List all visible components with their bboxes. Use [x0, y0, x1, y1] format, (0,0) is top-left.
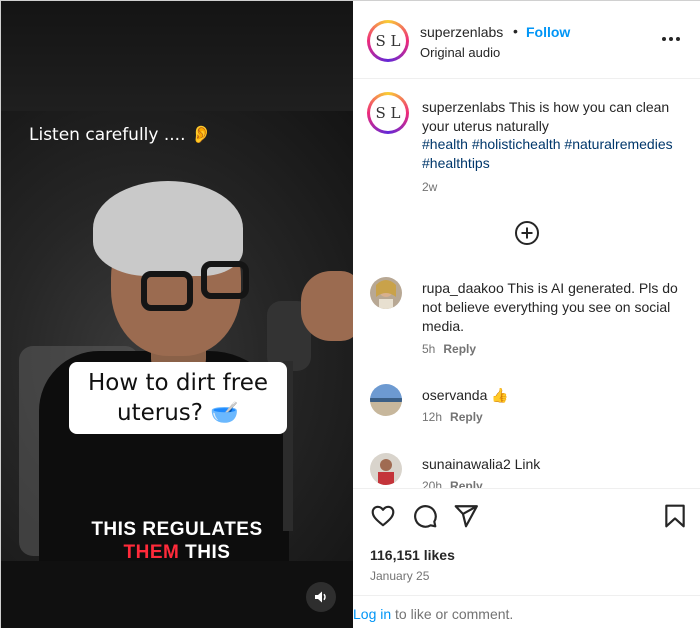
comment-meta: 5h Reply [422, 342, 476, 356]
question-line-1: How to dirt free [87, 370, 268, 396]
video-subtitle-line-2: THEM THIS [1, 542, 353, 564]
send-icon[interactable] [453, 503, 479, 529]
video-background [1, 1, 353, 111]
caption-username[interactable]: superzenlabs [422, 99, 505, 115]
username-link[interactable]: superzenlabs [420, 24, 503, 40]
bookmark-icon[interactable] [662, 503, 688, 529]
comment-text: oservanda 👍 [422, 386, 692, 405]
post-actions: 116,151 likes January 25 Log in to like … [353, 488, 700, 628]
likes-count[interactable]: 116,151 likes [370, 547, 455, 563]
comment-body: 👍 [487, 387, 509, 403]
caption-text: superzenlabs This is how you can clean y… [422, 98, 692, 136]
avatar-logo: S L [370, 95, 406, 131]
follow-button[interactable]: Follow [526, 24, 570, 40]
comment-text: rupa_daakoo This is AI generated. Pls do… [422, 279, 692, 336]
video-caption-top: Listen carefully .... 👂 [29, 125, 213, 145]
comments-list[interactable]: S L superzenlabs This is how you can cle… [353, 80, 700, 488]
speaker-hand [301, 271, 353, 341]
video-question-caption: How to dirt free uterus? 🥣 [69, 362, 287, 434]
avatar[interactable] [370, 277, 402, 309]
login-bar: Log in to like or comment. [353, 595, 700, 628]
comment-username[interactable]: sunainawalia2 [422, 456, 511, 472]
separator-dot: • [513, 23, 518, 39]
comment-meta: 20h Reply [422, 479, 483, 488]
avatar[interactable] [370, 384, 402, 416]
comment-username[interactable]: oservanda [422, 387, 487, 403]
video-background [1, 561, 353, 628]
subtitle-highlight: THEM [123, 542, 180, 563]
comment-username[interactable]: rupa_daakoo [422, 280, 504, 296]
comment-body: Link [510, 456, 541, 472]
more-options-icon[interactable] [659, 27, 683, 51]
avatar[interactable] [370, 453, 402, 485]
speaker-icon[interactable] [306, 582, 336, 612]
post-header: S L superzenlabs • Follow Original audio [353, 1, 700, 79]
comment-meta: 12h Reply [422, 410, 483, 424]
glasses-lens [201, 261, 249, 299]
video-subtitle-line-1: THIS REGULATES [91, 519, 263, 540]
caption-timestamp: 2w [422, 180, 438, 194]
subtitle-rest: THIS [179, 542, 231, 563]
comment-time: 20h [422, 479, 443, 488]
question-line-2: uterus? 🥣 [117, 400, 239, 426]
heart-icon[interactable] [370, 503, 396, 529]
video-player[interactable]: Listen carefully .... 👂 How to dirt free… [1, 1, 353, 628]
audio-link[interactable]: Original audio [420, 45, 500, 60]
comment-time: 5h [422, 342, 436, 356]
login-prompt: Log in to like or comment. [353, 606, 513, 622]
login-link[interactable]: Log in [353, 606, 391, 622]
post-dialog: Listen carefully .... 👂 How to dirt free… [0, 0, 700, 628]
avatar[interactable]: S L [367, 92, 409, 134]
avatar[interactable]: S L [367, 20, 409, 62]
reply-button[interactable]: Reply [450, 479, 483, 488]
reply-button[interactable]: Reply [443, 342, 476, 356]
glasses-lens [141, 271, 193, 311]
reply-button[interactable]: Reply [450, 410, 483, 424]
plus-circle-icon[interactable] [514, 220, 540, 246]
comment-text: sunainawalia2 Link [422, 455, 692, 474]
comment-time: 12h [422, 410, 443, 424]
post-side-panel: S L superzenlabs • Follow Original audio… [353, 1, 700, 628]
post-date: January 25 [370, 569, 430, 583]
caption-hashtags[interactable]: #health #holistichealth #naturalremedies… [422, 135, 692, 173]
comment-icon[interactable] [412, 503, 438, 529]
login-rest: to like or comment. [391, 606, 514, 622]
avatar-logo: S L [370, 23, 406, 59]
